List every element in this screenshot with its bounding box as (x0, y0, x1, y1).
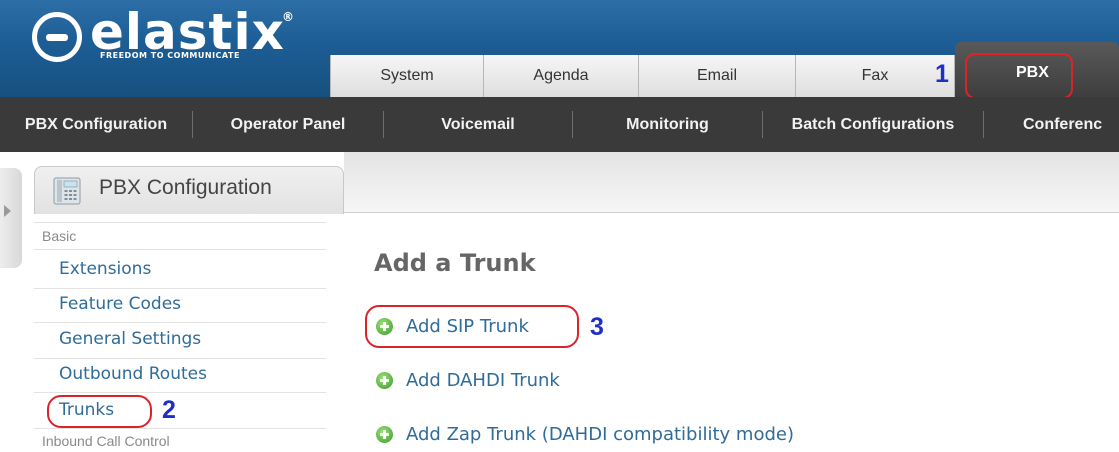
nav-operator-panel[interactable]: Operator Panel (193, 97, 383, 152)
tab-label: Fax (861, 67, 889, 84)
page-title: Add a Trunk (374, 249, 536, 277)
header-band (344, 152, 1119, 213)
tab-label: Email (696, 67, 737, 84)
annotation-step-2: 2 (162, 396, 176, 424)
section-basic: Basic (42, 228, 77, 244)
logo-trademark: ® (282, 10, 294, 24)
menu-divider (34, 358, 326, 359)
menu-divider (34, 222, 326, 223)
collapse-handle[interactable] (0, 168, 22, 268)
tab-label: System (380, 67, 434, 84)
expand-arrow-icon[interactable] (4, 205, 11, 217)
logo-tagline: FREEDOM TO COMMUNICATE (100, 51, 240, 60)
annotation-step-1: 1 (935, 60, 949, 88)
tab-agenda[interactable]: Agenda (483, 55, 638, 97)
add-dahdi-trunk-label: Add DAHDI Trunk (406, 369, 560, 391)
menu-divider (34, 288, 326, 289)
tab-fax[interactable]: Fax (795, 55, 955, 97)
sidebar-item-outbound-routes[interactable]: Outbound Routes (59, 364, 207, 384)
add-dahdi-trunk-link[interactable]: Add DAHDI Trunk (376, 368, 560, 392)
menu-divider (34, 249, 326, 250)
add-zap-trunk-label: Add Zap Trunk (DAHDI compatibility mode) (406, 423, 794, 445)
nav-divider (983, 111, 984, 138)
pbx-tab-highlight (965, 53, 1073, 99)
menu-divider (34, 428, 326, 429)
sidebar-item-feature-codes[interactable]: Feature Codes (59, 294, 181, 314)
panel-title: PBX Configuration (99, 176, 272, 199)
tab-system[interactable]: System (330, 55, 483, 97)
sidebar-item-extensions[interactable]: Extensions (59, 259, 151, 279)
elastix-logo[interactable]: elastix ® FREEDOM TO COMMUNICATE (20, 3, 340, 78)
nav-monitoring[interactable]: Monitoring (573, 97, 762, 152)
sip-trunk-highlight (365, 305, 579, 348)
tab-label: Agenda (533, 67, 589, 84)
add-circle-icon (376, 425, 393, 443)
trunks-highlight (47, 395, 152, 428)
nav-voicemail[interactable]: Voicemail (384, 97, 572, 152)
tab-email[interactable]: Email (638, 55, 795, 97)
nav-batch-configurations[interactable]: Batch Configurations (763, 97, 983, 152)
logo-icon (32, 12, 82, 62)
phone-icon (53, 177, 81, 205)
nav-conference[interactable]: Conferenc (1023, 97, 1119, 152)
nav-pbx-configuration[interactable]: PBX Configuration (0, 97, 192, 152)
sidebar-item-general-settings[interactable]: General Settings (59, 329, 201, 349)
annotation-step-3: 3 (590, 313, 604, 341)
module-nav: PBX Configuration Operator Panel Voicema… (0, 97, 1119, 152)
add-circle-icon (376, 371, 393, 389)
add-zap-trunk-link[interactable]: Add Zap Trunk (DAHDI compatibility mode) (376, 422, 794, 446)
menu-divider (34, 322, 326, 323)
section-inbound-call-control: Inbound Call Control (42, 433, 170, 449)
menu-divider (34, 392, 326, 393)
